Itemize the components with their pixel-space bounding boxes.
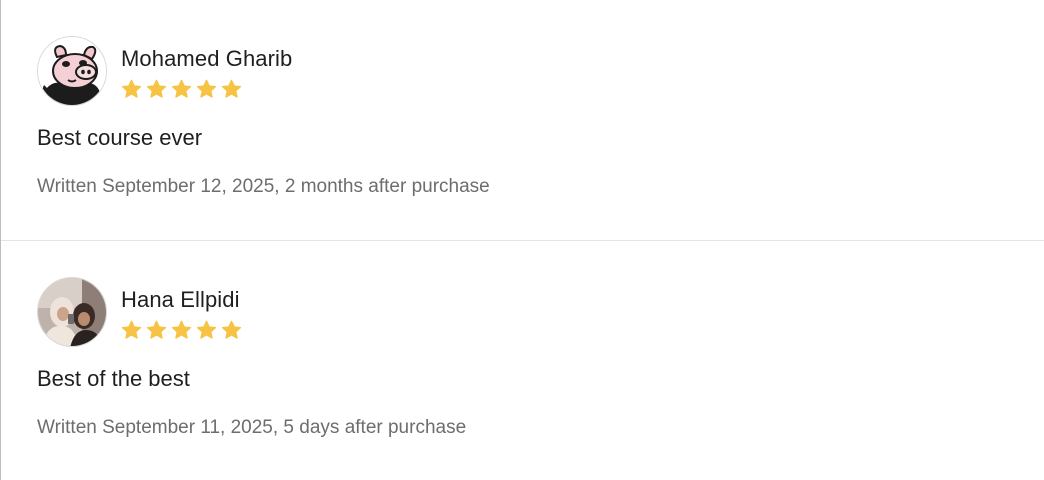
star-icon: [146, 320, 167, 339]
pig-face-avatar-icon: [38, 37, 106, 105]
review-text: Best of the best: [37, 366, 190, 391]
reviewer-info: Mohamed Gharib: [121, 36, 292, 99]
divider: [1, 240, 1044, 241]
star-rating: [121, 320, 242, 340]
review-header: Mohamed Gharib: [37, 36, 1044, 108]
star-icon: [196, 320, 217, 339]
star-icon: [196, 79, 217, 98]
star-icon: [121, 320, 142, 339]
review-date: Written September 11, 2025, 5 days after…: [37, 417, 467, 438]
review-item: Hana Ellpidi Best of the best Written Se…: [1, 277, 1044, 440]
review-item: Mohamed Gharib Best course ever Written …: [1, 36, 1044, 199]
reviews-panel: Mohamed Gharib Best course ever Written …: [0, 0, 1044, 480]
star-icon: [171, 79, 192, 98]
star-icon: [146, 79, 167, 98]
star-icon: [121, 79, 142, 98]
star-rating: [121, 79, 292, 99]
photo-avatar: [38, 278, 106, 346]
avatar[interactable]: [37, 277, 107, 347]
avatar[interactable]: [37, 36, 107, 106]
star-icon: [171, 320, 192, 339]
review-date: Written September 12, 2025, 2 months aft…: [37, 176, 490, 197]
star-icon: [221, 320, 242, 339]
reviewer-name: Hana Ellpidi: [121, 287, 240, 312]
review-text: Best course ever: [37, 125, 203, 150]
reviewer-info: Hana Ellpidi: [121, 277, 242, 340]
reviewer-name: Mohamed Gharib: [121, 46, 293, 71]
review-header: Hana Ellpidi: [37, 277, 1044, 349]
star-icon: [221, 79, 242, 98]
